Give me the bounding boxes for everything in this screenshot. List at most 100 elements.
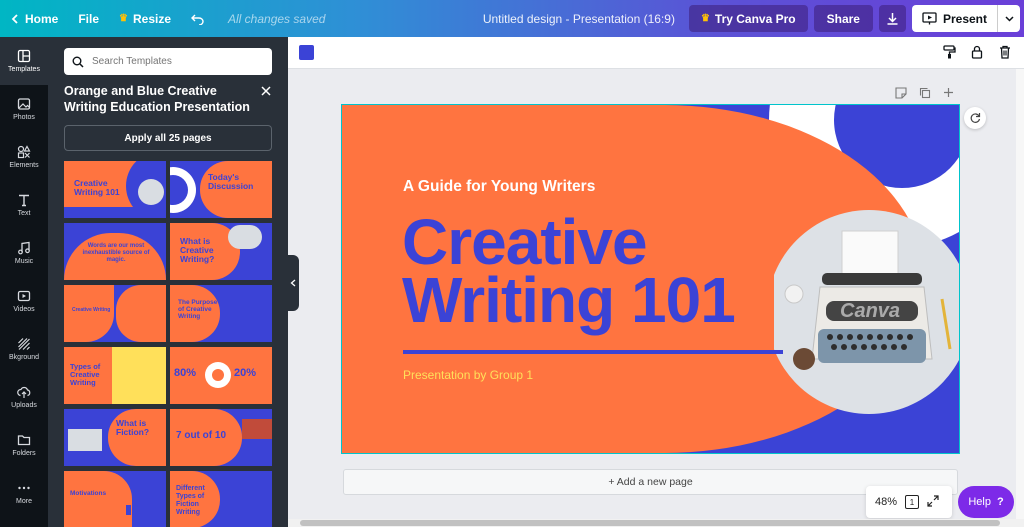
vertical-scrollbar[interactable] bbox=[1016, 69, 1024, 519]
rail-item-more[interactable]: More bbox=[0, 469, 48, 517]
scrollbar-thumb[interactable] bbox=[300, 520, 1000, 526]
template-page-thumb[interactable]: 80% 20% bbox=[170, 347, 272, 404]
try-pro-label: Try Canva Pro bbox=[714, 11, 796, 26]
template-page-thumb[interactable]: What is Fiction? bbox=[64, 409, 166, 466]
templates-icon bbox=[17, 49, 31, 63]
rail-item-elements[interactable]: Elements bbox=[0, 133, 48, 181]
undo-button[interactable] bbox=[181, 0, 214, 37]
thumb-title: What is Creative Writing? bbox=[180, 236, 215, 264]
share-button[interactable]: Share bbox=[813, 5, 873, 32]
template-title: Orange and Blue Creative Writing Educati… bbox=[64, 84, 250, 114]
template-page-thumb[interactable]: 7 out of 10 bbox=[170, 409, 272, 466]
add-note-button[interactable] bbox=[894, 86, 907, 99]
template-page-thumb[interactable]: The Purpose of Creative Writing bbox=[170, 285, 272, 342]
template-page-thumb[interactable]: Types of Creative Writing bbox=[64, 347, 166, 404]
download-button[interactable] bbox=[878, 5, 906, 32]
background-color-swatch[interactable] bbox=[299, 45, 314, 60]
videos-icon bbox=[17, 290, 31, 302]
help-button[interactable]: Help ? bbox=[958, 486, 1014, 518]
rail-item-music[interactable]: Music bbox=[0, 229, 48, 277]
duplicate-icon bbox=[919, 87, 930, 98]
rail-label: Photos bbox=[13, 114, 35, 121]
expand-icon bbox=[927, 494, 939, 507]
template-page-thumb[interactable]: Motivations bbox=[64, 471, 166, 527]
template-page-thumb[interactable]: Creative Writing 101 bbox=[64, 161, 166, 218]
uploads-icon bbox=[17, 386, 31, 398]
duplicate-page-button[interactable] bbox=[918, 86, 931, 99]
slide-title-line-1: Creative bbox=[402, 206, 648, 278]
thumb-title-2: 20% bbox=[234, 367, 257, 379]
folders-icon bbox=[17, 435, 31, 446]
toolbar-actions bbox=[940, 43, 1014, 61]
add-page-button[interactable] bbox=[942, 86, 955, 99]
slide-subtitle[interactable]: A Guide for Young Writers bbox=[403, 178, 595, 196]
rail-item-folders[interactable]: Folders bbox=[0, 421, 48, 469]
zoom-level[interactable]: 48% bbox=[875, 496, 897, 508]
search-input[interactable] bbox=[92, 56, 262, 67]
chevron-left-icon bbox=[11, 13, 18, 24]
apply-all-pages-button[interactable]: Apply all 25 pages bbox=[64, 125, 272, 151]
rail-item-videos[interactable]: Videos bbox=[0, 277, 48, 325]
thumb-title: Creative Writing 101 bbox=[74, 178, 120, 197]
slide-byline[interactable]: Presentation by Group 1 bbox=[403, 368, 533, 382]
canva-watermark: Canva bbox=[840, 300, 901, 322]
rail-item-uploads[interactable]: Uploads bbox=[0, 373, 48, 421]
rail-item-photos[interactable]: Photos bbox=[0, 85, 48, 133]
rail-label: Text bbox=[17, 210, 31, 217]
close-button[interactable] bbox=[258, 83, 274, 99]
save-status: All changes saved bbox=[228, 11, 326, 26]
fullscreen-button[interactable] bbox=[927, 494, 939, 510]
rail-item-text[interactable]: Text bbox=[0, 181, 48, 229]
page-tools bbox=[894, 86, 955, 99]
thumb-title: Words are our most inexhaustible source … bbox=[82, 243, 150, 263]
lock-icon bbox=[971, 45, 983, 59]
note-icon bbox=[894, 86, 907, 99]
rail-item-background[interactable]: Bkground bbox=[0, 325, 48, 373]
page-number: 1 bbox=[909, 497, 915, 507]
horizontal-scrollbar[interactable] bbox=[288, 519, 1024, 527]
page-count-button[interactable]: 1 bbox=[905, 495, 920, 509]
template-page-thumb[interactable]: Creative Writing bbox=[64, 285, 166, 342]
template-page-thumb[interactable]: Words are our most inexhaustible source … bbox=[64, 223, 166, 280]
try-canva-pro-button[interactable]: ♛ Try Canva Pro bbox=[688, 5, 808, 32]
music-icon bbox=[18, 241, 30, 255]
present-button[interactable]: Present bbox=[911, 5, 1020, 32]
refresh-button[interactable] bbox=[964, 107, 986, 129]
chevron-down-icon bbox=[1004, 15, 1014, 22]
zoom-controls: 48% 1 bbox=[866, 486, 952, 518]
rail-item-templates[interactable]: Templates bbox=[0, 37, 48, 85]
rail-label: Templates bbox=[8, 66, 40, 73]
close-icon bbox=[261, 86, 271, 96]
thumb-title: Types of Creative Writing bbox=[70, 362, 101, 387]
present-main[interactable]: Present bbox=[912, 5, 998, 32]
slide-divider-line[interactable] bbox=[403, 350, 783, 354]
home-button[interactable]: Home bbox=[0, 0, 68, 37]
slide-canvas[interactable]: Canva A Guide for Young Writers Creative… bbox=[341, 104, 960, 454]
thumb-title: Different Types of Fiction Writing bbox=[176, 485, 205, 516]
collapse-panel-button[interactable] bbox=[287, 255, 299, 311]
lock-button[interactable] bbox=[968, 43, 986, 61]
background-icon bbox=[18, 338, 30, 350]
thumb-title: Creative Writing bbox=[72, 307, 111, 313]
crown-icon: ♛ bbox=[119, 13, 128, 24]
search-box[interactable] bbox=[64, 48, 272, 75]
elements-icon bbox=[17, 145, 31, 159]
template-page-thumb[interactable]: What is Creative Writing? bbox=[170, 223, 272, 280]
slide-title[interactable]: Creative Writing 101 bbox=[402, 206, 736, 332]
present-options-button[interactable] bbox=[998, 5, 1020, 32]
present-label: Present bbox=[942, 11, 987, 26]
resize-button[interactable]: ♛ Resize bbox=[109, 0, 181, 37]
help-label: Help bbox=[968, 496, 991, 508]
home-label: Home bbox=[25, 11, 59, 26]
top-toolbar: Home File ♛ Resize All changes saved Unt… bbox=[0, 0, 1024, 37]
template-page-thumb[interactable]: Different Types of Fiction Writing bbox=[170, 471, 272, 527]
rail-label: Uploads bbox=[11, 402, 37, 409]
text-icon bbox=[19, 194, 29, 207]
paint-roller-icon bbox=[942, 45, 956, 59]
file-menu[interactable]: File bbox=[68, 0, 109, 37]
delete-button[interactable] bbox=[996, 43, 1014, 61]
document-title[interactable]: Untitled design - Presentation (16:9) bbox=[483, 12, 689, 26]
template-page-thumb[interactable]: Today's Discussion bbox=[170, 161, 272, 218]
copy-style-button[interactable] bbox=[940, 43, 958, 61]
templates-panel: Orange and Blue Creative Writing Educati… bbox=[48, 37, 288, 527]
